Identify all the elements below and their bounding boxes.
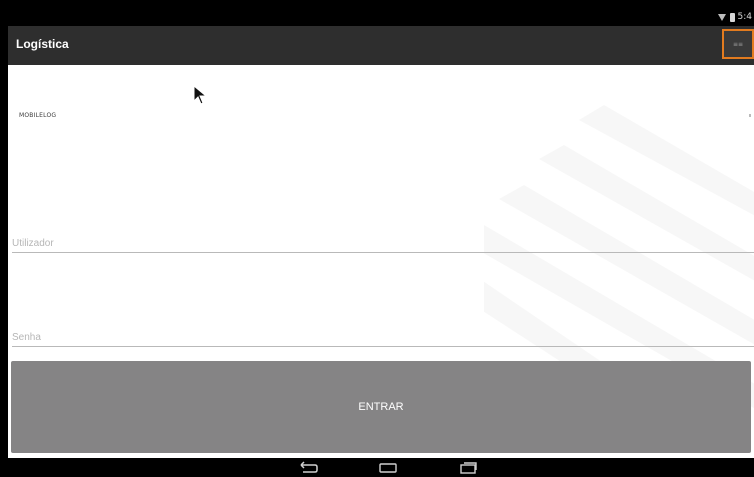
username-field[interactable] [12, 233, 754, 253]
android-screen: 5:4 Logística ≡≡ MOBILELOG ENTRAR [0, 0, 754, 477]
back-icon [300, 461, 318, 473]
scroll-indicator [749, 114, 751, 117]
password-field[interactable] [12, 327, 754, 347]
password-input[interactable] [12, 329, 754, 345]
brand-label: MOBILELOG [19, 112, 57, 119]
mouse-cursor-icon [193, 85, 208, 105]
recents-icon [460, 462, 477, 474]
status-icons: 5:4 [717, 11, 752, 23]
login-button[interactable]: ENTRAR [11, 361, 751, 453]
battery-icon [729, 12, 735, 22]
home-button[interactable] [374, 459, 402, 477]
overflow-menu-button[interactable]: ≡≡ [722, 29, 754, 59]
status-time: 5:4 [737, 12, 752, 22]
back-button[interactable] [294, 459, 322, 477]
navigation-bar [8, 458, 754, 477]
wifi-icon [717, 13, 727, 22]
status-bar: 5:4 [8, 8, 754, 26]
recents-button[interactable] [454, 459, 482, 477]
action-bar: Logística ≡≡ [8, 26, 754, 65]
login-screen: MOBILELOG ENTRAR [8, 65, 754, 458]
app-title: Logística [16, 37, 69, 51]
username-input[interactable] [12, 235, 754, 251]
home-icon [379, 463, 397, 473]
overflow-menu-icon: ≡≡ [732, 40, 744, 48]
